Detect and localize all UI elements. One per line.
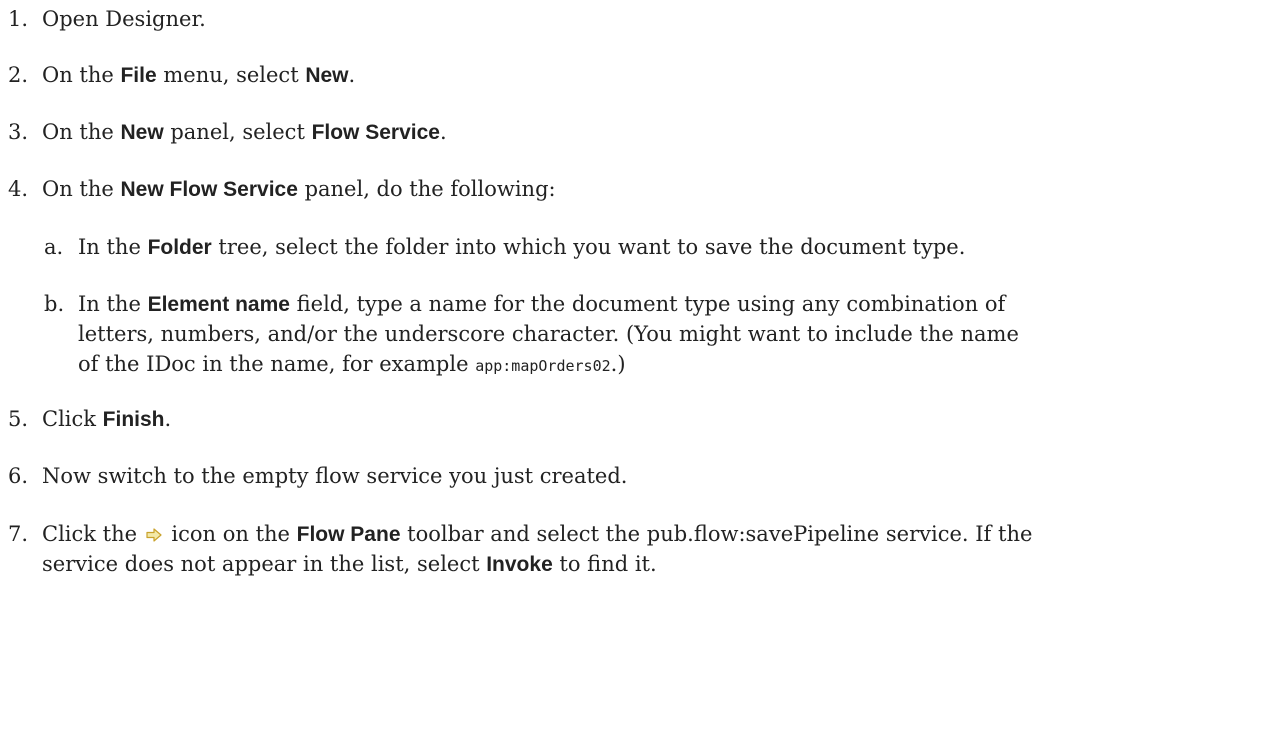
step-text: On the New panel, select Flow Service.	[42, 120, 447, 144]
step-number: 1.	[8, 7, 29, 31]
example-code: app:mapOrders02	[475, 357, 611, 375]
new-flow-service-term: New Flow Service	[120, 178, 298, 201]
finish-term: Finish	[102, 408, 165, 431]
new-term: New	[305, 64, 349, 87]
substep-text: In the Element name field, type a name f…	[78, 292, 1019, 376]
new-panel-term: New	[120, 121, 164, 144]
flow-pane-term: Flow Pane	[296, 523, 401, 546]
step-number: 3.	[8, 120, 29, 144]
step-text: Now switch to the empty flow service you…	[42, 464, 628, 488]
step-number: 4.	[8, 177, 29, 201]
substep-text: In the Folder tree, select the folder in…	[78, 235, 966, 259]
file-menu-term: File	[120, 64, 157, 87]
step-number: 6.	[8, 464, 29, 488]
element-name-term: Element name	[147, 293, 290, 316]
step-number: 5.	[8, 407, 29, 431]
step-text: Click the icon on the Flow Pane toolbar …	[42, 520, 1033, 576]
step-number: 7.	[8, 522, 29, 546]
arrow-right-icon	[146, 520, 162, 542]
invoke-term: Invoke	[486, 553, 553, 576]
substep-letter: b.	[44, 292, 65, 316]
step-text: Click Finish.	[42, 407, 172, 431]
folder-term: Folder	[147, 236, 212, 259]
substep-letter: a.	[44, 235, 64, 259]
step-text: On the File menu, select New.	[42, 63, 356, 87]
step-number: 2.	[8, 63, 29, 87]
step-text: Open Designer.	[42, 7, 206, 31]
flow-service-term: Flow Service	[311, 121, 440, 144]
step-text: On the New Flow Service panel, do the fo…	[42, 177, 556, 201]
